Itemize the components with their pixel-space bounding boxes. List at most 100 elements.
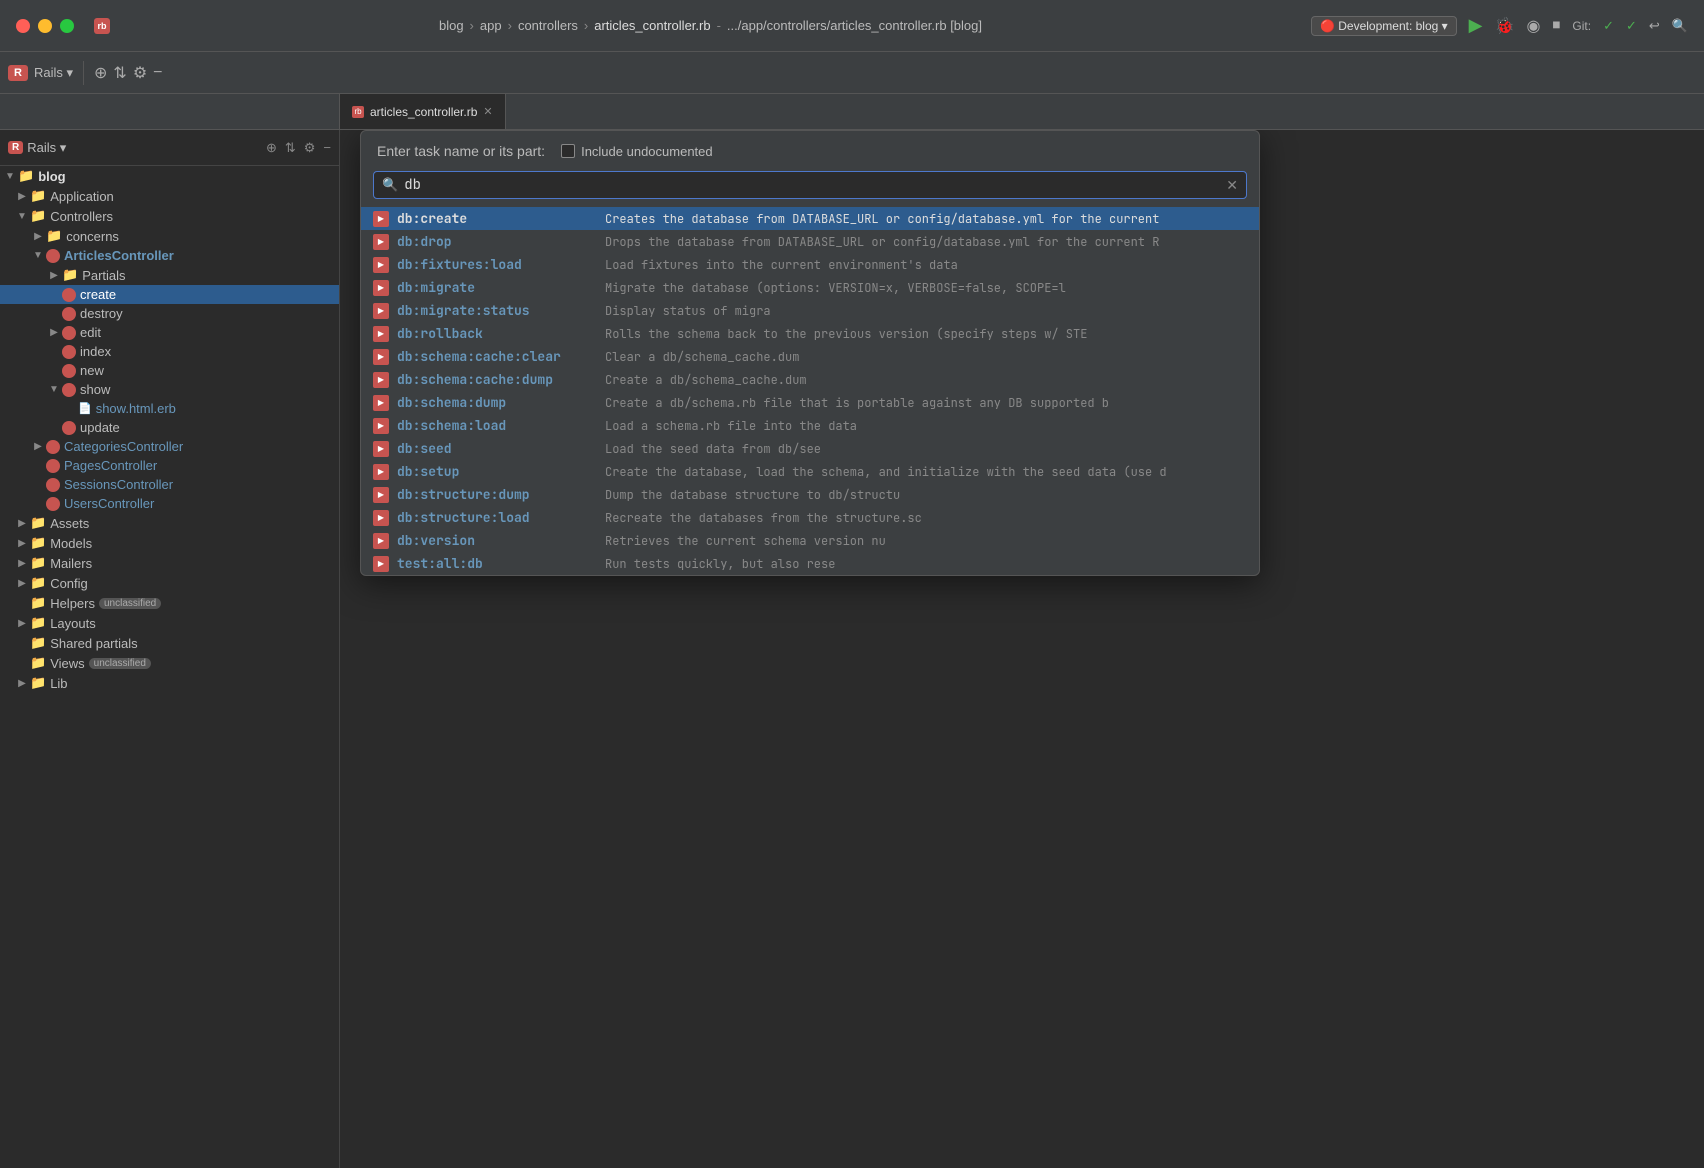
tree-item-sessions-controller[interactable]: SessionsController — [0, 475, 339, 494]
task-dialog-label: Enter task name or its part: — [377, 143, 545, 159]
result-desc-db-version: Retrieves the current schema version nu — [605, 533, 886, 549]
dev-label[interactable]: 🔴 Development: blog ▾ — [1311, 16, 1457, 36]
result-item-db-create[interactable]: db:create Creates the database from DATA… — [361, 207, 1259, 230]
folder-icon-application: 📁 — [30, 188, 46, 204]
result-item-db-rollback[interactable]: db:rollback Rolls the schema back to the… — [361, 322, 1259, 345]
include-undoc-option[interactable]: Include undocumented — [561, 144, 713, 159]
tree-item-helpers[interactable]: 📁 Helpers unclassified — [0, 593, 339, 613]
result-item-db-schema-cache-clear[interactable]: db:schema:cache:clear Clear a db/schema_… — [361, 345, 1259, 368]
collapse-icon[interactable]: ⇅ — [285, 140, 296, 156]
tree-item-show-html-erb[interactable]: 📄 show.html.erb — [0, 399, 339, 418]
tree-item-create[interactable]: create — [0, 285, 339, 304]
close-button[interactable] — [16, 19, 30, 33]
folder-icon-layouts: 📁 — [30, 615, 46, 631]
tree-item-application[interactable]: ▶ 📁 Application — [0, 186, 339, 206]
tree-item-pages-controller[interactable]: PagesController — [0, 456, 339, 475]
result-item-test-all-db[interactable]: test:all:db Run tests quickly, but also … — [361, 552, 1259, 575]
result-item-db-schema-load[interactable]: db:schema:load Load a schema.rb file int… — [361, 414, 1259, 437]
result-item-db-fixtures-load[interactable]: db:fixtures:load Load fixtures into the … — [361, 253, 1259, 276]
result-item-db-schema-cache-dump[interactable]: db:schema:cache:dump Create a db/schema_… — [361, 368, 1259, 391]
tree-item-new[interactable]: new — [0, 361, 339, 380]
sidebar-tab-placeholder — [0, 94, 340, 129]
tab-bar: rb articles_controller.rb ✕ — [0, 94, 1704, 130]
tree-item-controllers[interactable]: ▼ 📁 Controllers — [0, 206, 339, 226]
result-name-db-structure-dump: db:structure:dump — [397, 486, 597, 503]
tree-item-users-controller[interactable]: UsersController — [0, 494, 339, 513]
tree-item-views[interactable]: 📁 Views unclassified — [0, 653, 339, 673]
controller-icon-sessions — [46, 478, 60, 492]
expand-icon[interactable]: ⊕ — [266, 140, 277, 156]
tree-item-blog[interactable]: ▼ 📁 blog — [0, 166, 339, 186]
result-icon-db-migrate — [373, 280, 389, 296]
settings-icon[interactable]: ⚙ — [304, 140, 316, 156]
tree-item-models[interactable]: ▶ 📁 Models — [0, 533, 339, 553]
result-item-db-setup[interactable]: db:setup Create the database, load the s… — [361, 460, 1259, 483]
folder-icon-config: 📁 — [30, 575, 46, 591]
action-icon-destroy — [62, 307, 76, 321]
tree-label-assets: Assets — [50, 516, 89, 531]
result-desc-db-migrate: Migrate the database (options: VERSION=x… — [605, 280, 1066, 296]
tree-item-update[interactable]: update — [0, 418, 339, 437]
result-desc-db-schema-cache-dump: Create a db/schema_cache.dum — [605, 372, 807, 388]
git-check2-icon: ✓ — [1626, 18, 1637, 34]
tree-item-shared-partials[interactable]: 📁 Shared partials — [0, 633, 339, 653]
task-results-list: db:create Creates the database from DATA… — [361, 207, 1259, 575]
tree-item-destroy[interactable]: destroy — [0, 304, 339, 323]
tree-arrow-config: ▶ — [16, 578, 28, 589]
result-item-db-migrate[interactable]: db:migrate Migrate the database (options… — [361, 276, 1259, 299]
tree-label-shared: Shared partials — [50, 636, 137, 651]
minimize-button[interactable] — [38, 19, 52, 33]
close-sidebar-icon[interactable]: − — [323, 140, 331, 156]
result-item-db-seed[interactable]: db:seed Load the seed data from db/see — [361, 437, 1259, 460]
tab-close-button[interactable]: ✕ — [483, 105, 492, 118]
result-item-db-structure-dump[interactable]: db:structure:dump Dump the database stru… — [361, 483, 1259, 506]
maximize-button[interactable] — [60, 19, 74, 33]
controller-icon-users — [46, 497, 60, 511]
result-icon-db-schema-cache-clear — [373, 349, 389, 365]
tree-item-mailers[interactable]: ▶ 📁 Mailers — [0, 553, 339, 573]
run-button[interactable]: ▶ — [1469, 15, 1483, 36]
result-icon-db-setup — [373, 464, 389, 480]
result-item-db-structure-load[interactable]: db:structure:load Recreate the databases… — [361, 506, 1259, 529]
task-search-bar[interactable]: 🔍 ✕ — [373, 171, 1247, 199]
tree-item-layouts[interactable]: ▶ 📁 Layouts — [0, 613, 339, 633]
result-icon-db-migrate-status — [373, 303, 389, 319]
debug-icon[interactable]: 🐞 — [1495, 16, 1515, 36]
result-item-db-drop[interactable]: db:drop Drops the database from DATABASE… — [361, 230, 1259, 253]
result-desc-db-structure-dump: Dump the database structure to db/struct… — [605, 487, 900, 503]
traffic-lights — [16, 19, 74, 33]
tree-item-assets[interactable]: ▶ 📁 Assets — [0, 513, 339, 533]
settings-icon[interactable]: ⚙ — [133, 63, 147, 83]
tree-item-partials[interactable]: ▶ 📁 Partials — [0, 265, 339, 285]
tree-item-lib[interactable]: ▶ 📁 Lib — [0, 673, 339, 693]
add-icon[interactable]: ⊕ — [94, 63, 107, 83]
tree-item-concerns[interactable]: ▶ 📁 concerns — [0, 226, 339, 246]
coverage-icon[interactable]: ◉ — [1526, 16, 1540, 36]
git-check-icon: ✓ — [1603, 18, 1614, 34]
tree-item-articles-controller[interactable]: ▼ ArticlesController — [0, 246, 339, 265]
sync-icon[interactable]: ⇅ — [113, 63, 126, 83]
include-undoc-checkbox[interactable] — [561, 144, 575, 158]
tree-item-index[interactable]: index — [0, 342, 339, 361]
result-item-db-version[interactable]: db:version Retrieves the current schema … — [361, 529, 1259, 552]
tree-item-show[interactable]: ▼ show — [0, 380, 339, 399]
stop-icon[interactable]: ⏹ — [1552, 17, 1560, 35]
git-undo-icon[interactable]: ↩ — [1649, 18, 1660, 34]
task-search-input[interactable] — [404, 176, 1220, 194]
tree-item-edit[interactable]: ▶ edit — [0, 323, 339, 342]
tree-item-categories-controller[interactable]: ▶ CategoriesController — [0, 437, 339, 456]
search-icon[interactable]: 🔍 — [1672, 18, 1688, 34]
tree-label-views: Views — [50, 656, 84, 671]
rails-icon: R — [8, 141, 23, 154]
helpers-badge: unclassified — [99, 598, 161, 609]
minus-icon[interactable]: − — [153, 64, 162, 82]
result-item-db-migrate-status[interactable]: db:migrate:status Display status of migr… — [361, 299, 1259, 322]
tree-item-config[interactable]: ▶ 📁 Config — [0, 573, 339, 593]
result-item-db-schema-dump[interactable]: db:schema:dump Create a db/schema.rb fil… — [361, 391, 1259, 414]
tab-articles-controller[interactable]: rb articles_controller.rb ✕ — [340, 94, 506, 129]
tree-label-sessions: SessionsController — [64, 477, 173, 492]
folder-icon-blog: 📁 — [18, 168, 34, 184]
result-name-db-rollback: db:rollback — [397, 325, 597, 342]
tree-label-create: create — [80, 287, 116, 302]
search-clear-button[interactable]: ✕ — [1226, 177, 1238, 194]
